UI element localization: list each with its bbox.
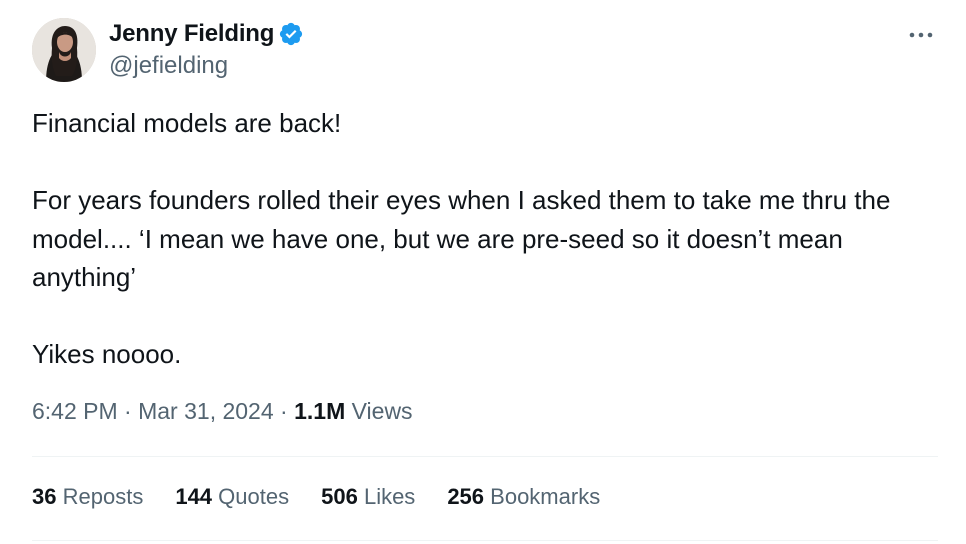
divider: [32, 540, 938, 541]
avatar[interactable]: [32, 18, 96, 82]
avatar-image: [32, 18, 96, 82]
bookmarks-stat[interactable]: 256 Bookmarks: [447, 484, 600, 510]
tweet-line-1: Financial models are back!: [32, 108, 342, 138]
author-identity: Jenny Fielding @jefielding: [109, 19, 304, 80]
tweet-header: Jenny Fielding @jefielding: [32, 18, 304, 82]
tweet-text: Financial models are back! For years fou…: [32, 104, 932, 374]
quotes-count: 144: [175, 484, 213, 509]
reposts-label: Reposts: [62, 484, 144, 509]
tweet-paragraph-2: For years founders rolled their eyes whe…: [32, 185, 891, 292]
likes-stat[interactable]: 506 Likes: [321, 484, 415, 510]
author-handle[interactable]: @jefielding: [109, 52, 304, 80]
reposts-stat[interactable]: 36 Reposts: [32, 484, 143, 510]
verified-badge-icon[interactable]: [278, 21, 304, 47]
tweet-date[interactable]: Mar 31, 2024: [138, 398, 274, 424]
tweet-time[interactable]: 6:42 PM: [32, 398, 118, 424]
more-options-icon[interactable]: [908, 22, 934, 48]
quotes-label: Quotes: [218, 484, 290, 509]
bookmarks-count: 256: [447, 484, 485, 509]
bookmarks-label: Bookmarks: [490, 484, 601, 509]
reposts-count: 36: [32, 484, 57, 509]
engagement-stats: 36 Reposts 144 Quotes 506 Likes 256 Book…: [32, 484, 632, 510]
quotes-stat[interactable]: 144 Quotes: [175, 484, 289, 510]
divider: [32, 456, 938, 457]
author-name[interactable]: Jenny Fielding: [109, 20, 274, 48]
views-count: 1.1M: [294, 398, 346, 424]
tweet-card: Jenny Fielding @jefielding Financial mod…: [0, 0, 966, 544]
likes-count: 506: [321, 484, 358, 509]
author-name-row: Jenny Fielding: [109, 19, 304, 49]
likes-label: Likes: [363, 484, 416, 509]
meta-separator: ·: [280, 398, 288, 424]
tweet-meta: 6:42 PM · Mar 31, 2024 · 1.1M Views: [32, 398, 413, 425]
tweet-line-3: Yikes noooo.: [32, 339, 182, 369]
meta-separator: ·: [124, 398, 132, 424]
views-label: Views: [351, 398, 413, 424]
